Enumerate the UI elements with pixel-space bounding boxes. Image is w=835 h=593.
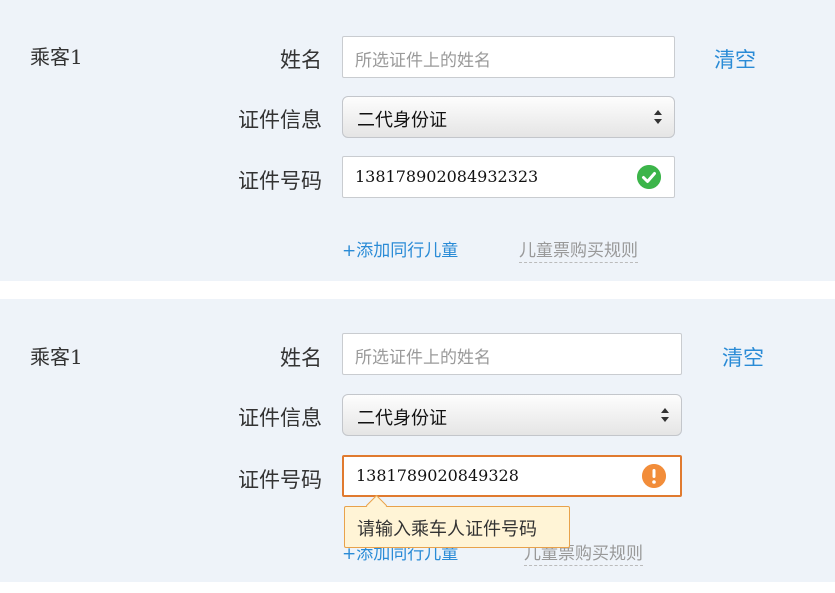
- passenger-title: 乘客1: [30, 345, 83, 369]
- id-type-value: 二代身份证: [357, 110, 447, 131]
- id-type-label: 证件信息: [238, 406, 322, 430]
- clear-button[interactable]: 清空: [722, 342, 764, 372]
- id-number-input[interactable]: 1381789020849328: [342, 455, 682, 497]
- select-arrows-icon: [661, 408, 669, 422]
- id-type-select[interactable]: 二代身份证: [342, 96, 675, 138]
- id-type-select[interactable]: 二代身份证: [342, 394, 682, 436]
- error-tooltip: 请输入乘车人证件号码: [344, 494, 570, 548]
- name-placeholder: 所选证件上的姓名: [355, 348, 491, 368]
- add-child-link[interactable]: +添加同行儿童: [342, 236, 458, 261]
- id-number-value: 138178902084932323: [355, 167, 539, 186]
- name-input[interactable]: 所选证件上的姓名: [342, 333, 682, 375]
- exclamation-icon: [642, 464, 666, 488]
- passenger-form-error: 乘客1 姓名 所选证件上的姓名 清空 证件信息 二代身份证 证件号码 13817…: [0, 299, 835, 582]
- name-label: 姓名: [280, 346, 322, 370]
- name-placeholder: 所选证件上的姓名: [355, 51, 491, 71]
- error-tooltip-text: 请输入乘车人证件号码: [357, 519, 537, 540]
- passenger-form-valid: 乘客1 姓名 所选证件上的姓名 清空 证件信息 二代身份证 证件号码 13817…: [0, 0, 835, 281]
- name-label: 姓名: [280, 48, 322, 72]
- tooltip-pointer: [365, 494, 388, 517]
- check-icon: [637, 165, 661, 189]
- id-number-input[interactable]: 138178902084932323: [342, 156, 675, 198]
- id-number-label: 证件号码: [238, 468, 322, 492]
- id-type-label: 证件信息: [238, 108, 322, 132]
- select-arrows-icon: [654, 110, 662, 124]
- id-number-value: 1381789020849328: [356, 466, 519, 485]
- id-number-label: 证件号码: [238, 169, 322, 193]
- id-type-value: 二代身份证: [357, 408, 447, 429]
- name-input[interactable]: 所选证件上的姓名: [342, 36, 675, 78]
- passenger-title: 乘客1: [30, 45, 83, 69]
- clear-button[interactable]: 清空: [714, 44, 756, 74]
- child-rules-link[interactable]: 儿童票购买规则: [519, 236, 638, 263]
